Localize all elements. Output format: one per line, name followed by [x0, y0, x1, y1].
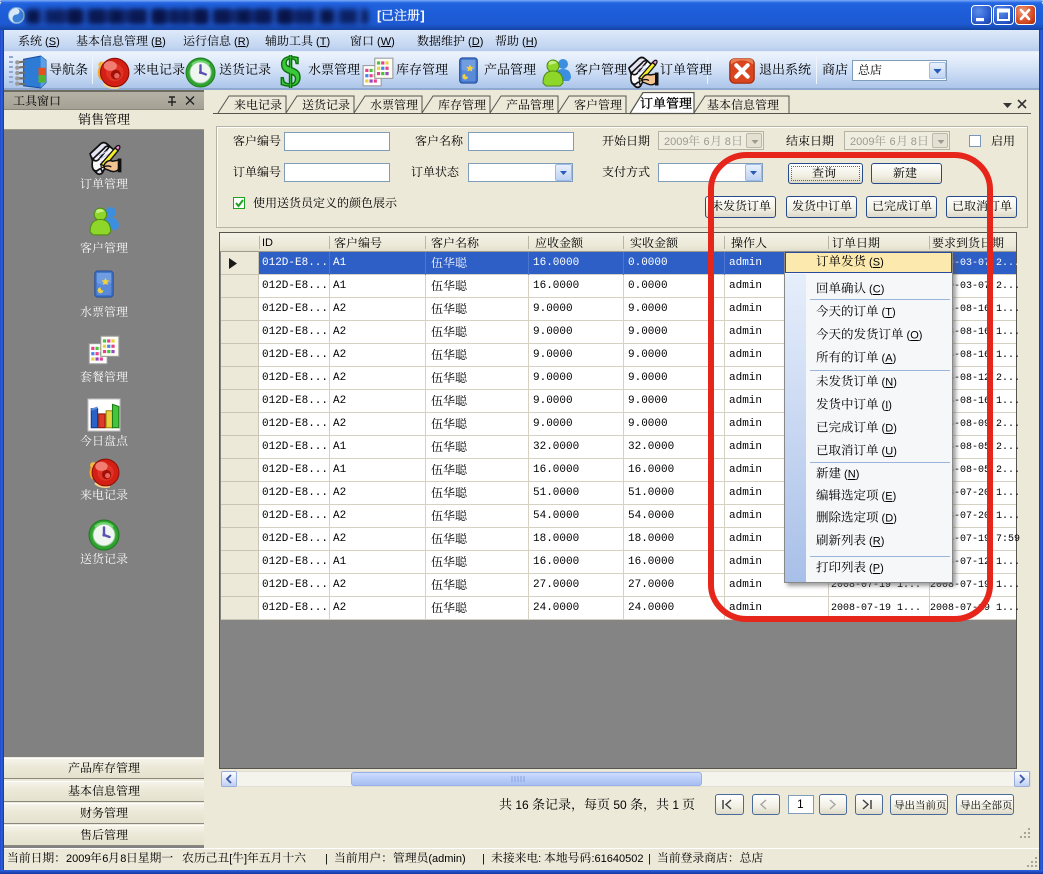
svg-text:$: $: [280, 55, 301, 88]
